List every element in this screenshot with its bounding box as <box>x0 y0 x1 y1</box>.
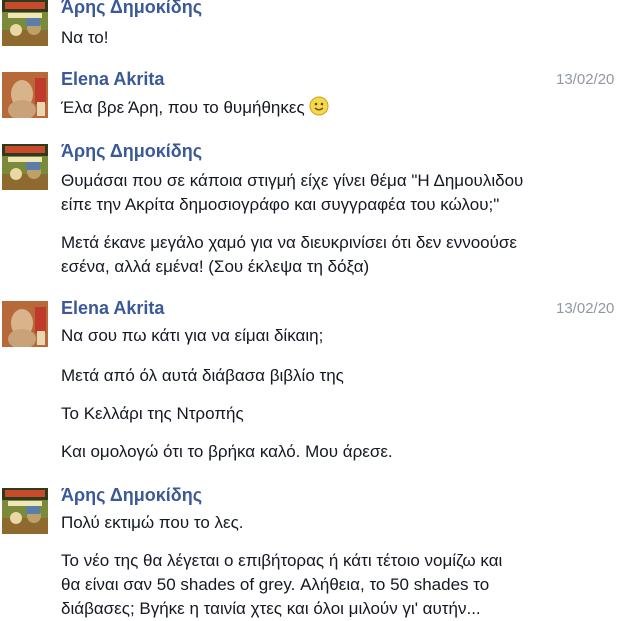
message-text: Θυμάσαι που σε κάποια στιγμή είχε γίνει … <box>61 171 524 190</box>
message-text-content: Έλα βρε Άρη, που το θυμήθηκες <box>61 98 305 117</box>
message-timestamp: 13/02/20 <box>556 71 615 88</box>
sender-name[interactable]: Άρης Δημοκίδης <box>61 141 202 162</box>
message-text: διάβασες; Βγήκε η ταινία χτες και όλοι μ… <box>61 599 481 618</box>
sender-name[interactable]: Άρης Δημοκίδης <box>61 0 202 18</box>
sender-name[interactable]: Άρης Δημοκίδης <box>61 485 202 506</box>
portrait-avatar-icon <box>2 72 48 118</box>
message-text: Έλα βρε Άρη, που το θυμήθηκες <box>61 96 621 123</box>
message-text: Να σου πω κάτι για να είμαι δίκαιη; <box>61 326 324 345</box>
message-text: Πολύ εκτιμώ που το λες. <box>61 513 244 532</box>
message-text: Και ομολογώ ότι το βρήκα καλό. Μου άρεσε… <box>61 442 393 461</box>
message-text: Μετά έκανε μεγάλο χαμό για να διευκρινίσ… <box>61 233 517 252</box>
message-timestamp: 13/02/20 <box>556 300 615 317</box>
smiley-emoji-icon <box>309 96 329 123</box>
message-text: θα είναι σαν 50 shades of grey. Αλήθεια,… <box>61 575 490 594</box>
poster-avatar-icon <box>2 0 48 46</box>
portrait-avatar-icon <box>2 301 48 347</box>
sender-name[interactable]: Elena Akrita <box>61 69 164 90</box>
avatar-aris[interactable] <box>2 144 48 190</box>
poster-avatar-icon <box>2 488 48 534</box>
avatar-aris[interactable] <box>2 488 48 534</box>
poster-avatar-icon <box>2 144 48 190</box>
avatar-elena[interactable] <box>2 301 48 347</box>
message-text: Το νέο της θα λέγεται ο επιβήτορας ή κάτ… <box>61 551 503 570</box>
message-text: Να το! <box>61 28 109 47</box>
avatar-elena[interactable] <box>2 72 48 118</box>
avatar-aris[interactable] <box>2 0 48 46</box>
message-text: εσένα, αλλά εμένα! (Σου έκλεψα τη δόξα) <box>61 257 370 276</box>
sender-name[interactable]: Elena Akrita <box>61 298 164 319</box>
message-text: Το Κελλάρι της Ντροπής <box>61 404 244 423</box>
message-text: είπε την Ακρίτα δημοσιογράφο και συγγραφ… <box>61 195 500 214</box>
message-text: Μετά από όλ αυτά διάβασα βιβλίο της <box>61 366 344 385</box>
